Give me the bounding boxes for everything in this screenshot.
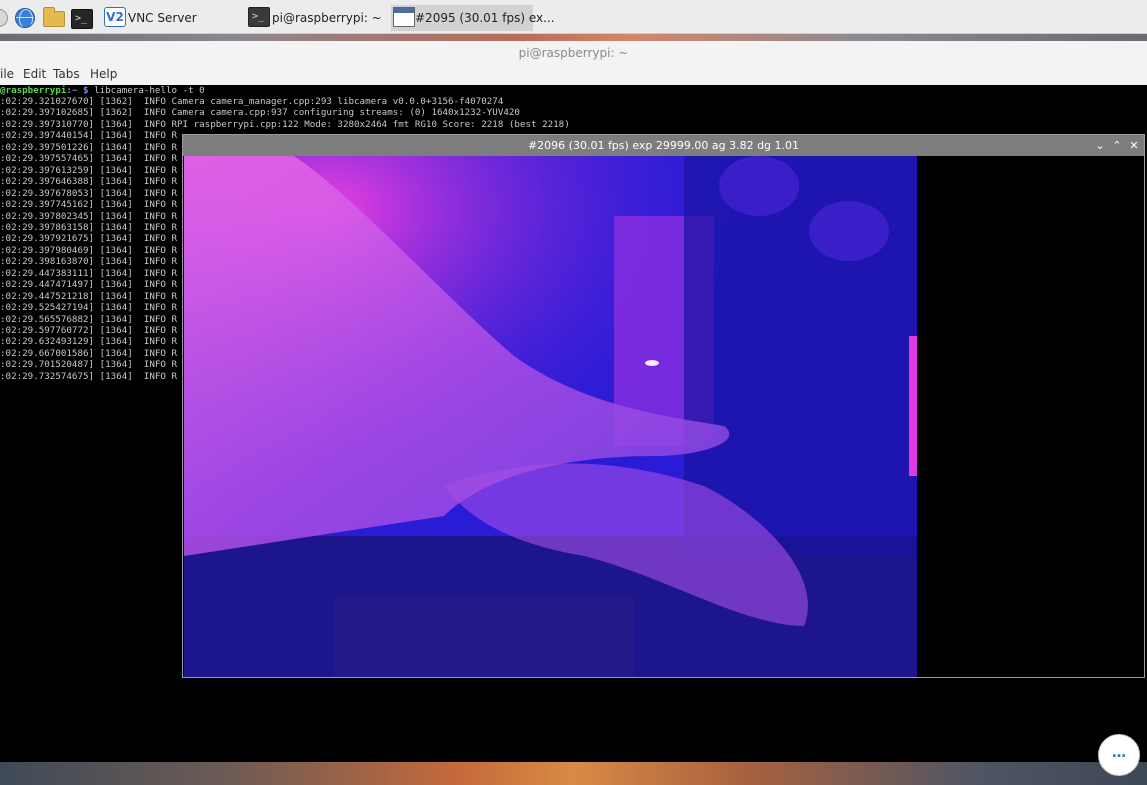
taskbar-item-camera-preview[interactable]: #2095 (30.01 fps) ex... xyxy=(391,5,555,31)
terminal-log-line: :02:29.447521218] [1364] INFO R xyxy=(0,290,178,302)
terminal-log-line: :02:29.397646388] [1364] INFO R xyxy=(0,176,178,188)
terminal-log-line: :02:29.397980469] [1364] INFO R xyxy=(0,244,178,256)
terminal-log-line: :02:29.397613259] [1364] INFO R xyxy=(0,164,178,176)
terminal-prompt-line: @raspberrypi:~ $ libcamera-hello -t 0 xyxy=(0,85,205,96)
vnc-options-button[interactable]: … xyxy=(1098,734,1140,776)
terminal-log-line: :02:29.397863158] [1364] INFO R xyxy=(0,221,178,233)
taskbar: >_ V2 VNC Server >_ pi@raspberrypi: ~ #2… xyxy=(0,0,1147,34)
terminal-log-line: :02:29.397557465] [1364] INFO R xyxy=(0,153,178,165)
terminal-log-line: :02:29.447383111] [1364] INFO R xyxy=(0,267,178,279)
menu-file[interactable]: ile xyxy=(0,66,14,83)
menu-tabs[interactable]: Tabs xyxy=(53,66,80,83)
terminal-log-line: :02:29.397440154] [1364] INFO R xyxy=(0,130,178,142)
terminal-icon: >_ xyxy=(248,7,270,27)
maximize-icon[interactable]: ⌃ xyxy=(1110,135,1124,156)
taskbar-item-terminal[interactable]: >_ pi@raspberrypi: ~ xyxy=(248,5,388,31)
terminal-log-line: :02:29.632493129] [1364] INFO R xyxy=(0,336,178,348)
terminal-icon[interactable]: >_ xyxy=(71,9,93,29)
terminal-log-line: :02:29.597760772] [1364] INFO R xyxy=(0,325,178,336)
terminal-menubar: ile Edit Tabs Help xyxy=(0,66,1147,86)
terminal-log-line: :02:29.397102685] [1362] INFO Camera cam… xyxy=(0,107,520,119)
file-manager-icon[interactable] xyxy=(43,7,65,27)
terminal-log-line: :02:29.667001586] [1364] INFO R xyxy=(0,347,178,359)
minimize-icon[interactable]: ⌄ xyxy=(1093,135,1107,156)
taskbar-item-label: #2095 (30.01 fps) ex... xyxy=(415,11,555,25)
vnc-icon: V2 xyxy=(104,7,126,27)
terminal-log-line: :02:29.397802345] [1364] INFO R xyxy=(0,210,178,222)
menu-help[interactable]: Help xyxy=(90,66,117,83)
terminal-titlebar[interactable]: pi@raspberrypi: ~ xyxy=(0,41,1147,66)
taskbar-item-label: VNC Server xyxy=(128,11,197,25)
terminal-title: pi@raspberrypi: ~ xyxy=(518,46,629,60)
terminal-log-line: :02:29.397921675] [1364] INFO R xyxy=(0,233,178,245)
terminal-log-line: :02:29.398163870] [1364] INFO R xyxy=(0,256,178,268)
prompt-path: :~ $ xyxy=(66,85,89,96)
camera-frame xyxy=(184,156,917,677)
terminal-log-line: :02:29.397678053] [1364] INFO R xyxy=(0,187,178,199)
close-icon[interactable]: ✕ xyxy=(1127,135,1141,156)
terminal-log-line: :02:29.321027670] [1362] INFO Camera cam… xyxy=(0,96,504,107)
window-icon xyxy=(393,7,415,27)
taskbar-item-label: pi@raspberrypi: ~ xyxy=(272,11,382,25)
terminal-log-line: :02:29.525427194] [1364] INFO R xyxy=(0,302,178,314)
desktop-wallpaper xyxy=(0,34,1147,41)
terminal-log-line: :02:29.397501226] [1364] INFO R xyxy=(0,141,178,153)
terminal-log-line: :02:29.732574675] [1364] INFO R xyxy=(0,370,178,382)
terminal-log-line: :02:29.565576882] [1364] INFO R xyxy=(0,313,178,325)
camera-window-title: #2096 (30.01 fps) exp 29999.00 ag 3.82 d… xyxy=(527,139,800,152)
camera-preview-window[interactable]: #2096 (30.01 fps) exp 29999.00 ag 3.82 d… xyxy=(182,134,1145,678)
terminal-log-line: :02:29.397310770] [1364] INFO RPI raspbe… xyxy=(0,118,570,130)
terminal-log-line: :02:29.701520487] [1364] INFO R xyxy=(0,359,178,371)
terminal-log-line: :02:29.397745162] [1364] INFO R xyxy=(0,199,178,211)
prompt-command: libcamera-hello -t 0 xyxy=(88,85,205,96)
prompt-user: @raspberrypi xyxy=(0,85,67,96)
camera-preview-image xyxy=(184,156,917,677)
desktop-wallpaper xyxy=(0,762,1147,785)
menu-edit[interactable]: Edit xyxy=(23,66,46,83)
browser-icon[interactable] xyxy=(15,8,35,28)
menu-icon[interactable] xyxy=(0,9,8,27)
camera-window-titlebar[interactable]: #2096 (30.01 fps) exp 29999.00 ag 3.82 d… xyxy=(183,135,1144,156)
taskbar-item-vnc-server[interactable]: V2 VNC Server xyxy=(104,5,224,31)
terminal-log-line: :02:29.447471497] [1364] INFO R xyxy=(0,279,178,291)
